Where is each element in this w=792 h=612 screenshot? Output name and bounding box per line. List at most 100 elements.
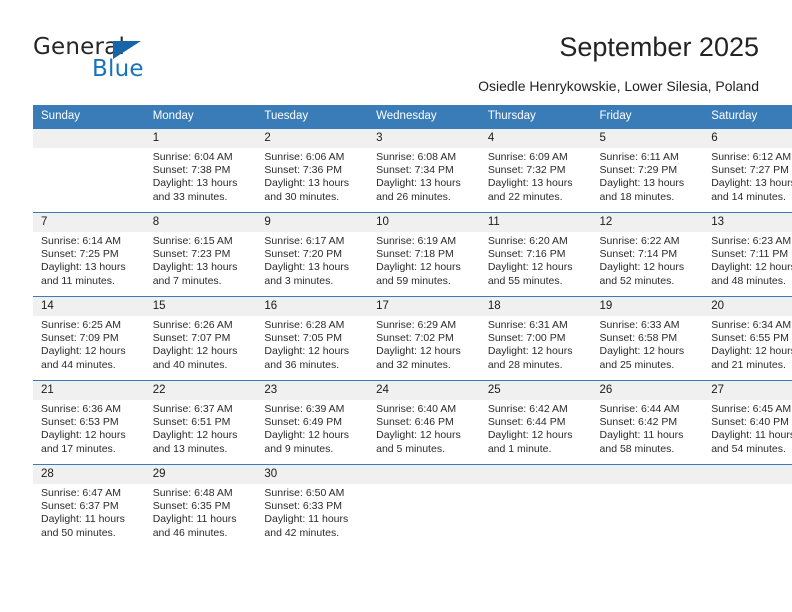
day-details: Sunrise: 6:15 AM Sunset: 7:23 PM Daylight:… xyxy=(145,232,257,288)
day-detail-line: Sunset: 6:35 PM xyxy=(152,500,231,513)
day-cell[interactable]: 28 Sunrise: 6:47 AM Sunset: 6:37 PM Dayligh… xyxy=(33,464,145,548)
logo-text-blue: Blue xyxy=(92,56,144,82)
day-detail-line: and 3 minutes. xyxy=(264,274,334,287)
day-number: 6 xyxy=(703,129,792,148)
day-cell[interactable]: 17 Sunrise: 6:29 AM Sunset: 7:02 PM Dayligh… xyxy=(368,296,480,381)
day-number: 21 xyxy=(33,381,145,400)
day-cell[interactable]: 18 Sunrise: 6:31 AM Sunset: 7:00 PM Dayligh… xyxy=(479,296,592,381)
day-detail-line: Sunrise: 6:15 AM xyxy=(152,235,233,247)
day-cell-empty xyxy=(368,464,480,548)
day-detail-line: and 30 minutes. xyxy=(264,190,340,203)
day-detail-line: Sunset: 6:55 PM xyxy=(711,332,789,345)
day-cell[interactable]: 5 Sunrise: 6:11 AM Sunset: 7:29 PM Daylight… xyxy=(591,128,704,213)
day-details: Sunrise: 6:31 AM Sunset: 7:00 PM Daylight:… xyxy=(480,316,592,372)
weekday-header-wednesday: Wednesday xyxy=(368,105,480,129)
day-number: 29 xyxy=(144,465,257,484)
day-number: 30 xyxy=(256,465,369,484)
day-cell[interactable]: 19 Sunrise: 6:33 AM Sunset: 6:58 PM Dayligh… xyxy=(591,296,704,381)
logo[interactable]: General Blue xyxy=(33,34,263,90)
day-detail-line: and 7 minutes. xyxy=(152,274,222,287)
weekday-header-monday: Monday xyxy=(144,105,257,129)
calendar-grid: Sunday Monday Tuesday Wednesday Thursday Frid… xyxy=(33,105,792,548)
day-details: Sunrise: 6:23 AM Sunset: 7:11 PM Daylight:… xyxy=(703,232,792,288)
day-detail-line: Daylight: 12 hours xyxy=(376,345,461,358)
day-number xyxy=(703,465,792,484)
day-detail-line: Sunrise: 6:42 AM xyxy=(487,403,568,415)
day-number: 14 xyxy=(33,297,145,316)
day-cell[interactable]: 26 Sunrise: 6:44 AM Sunset: 6:42 PM Dayligh… xyxy=(591,380,704,465)
day-detail-line: and 18 minutes. xyxy=(599,190,675,203)
day-number: 27 xyxy=(703,381,792,400)
day-cell[interactable]: 2 Sunrise: 6:06 AM Sunset: 7:36 PM Daylight… xyxy=(256,128,369,213)
day-cell[interactable]: 4 Sunrise: 6:09 AM Sunset: 7:32 PM Daylight… xyxy=(479,128,592,213)
day-detail-line: Sunrise: 6:39 AM xyxy=(264,403,345,415)
day-detail-line: Daylight: 13 hours xyxy=(152,177,238,190)
day-detail-line: and 44 minutes. xyxy=(41,358,116,371)
day-cell[interactable]: 12 Sunrise: 6:22 AM Sunset: 7:14 PM Dayligh… xyxy=(591,212,704,297)
day-detail-line: Sunrise: 6:47 AM xyxy=(41,487,121,499)
day-detail-line: Sunrise: 6:20 AM xyxy=(487,235,568,247)
day-cell[interactable]: 22 Sunrise: 6:37 AM Sunset: 6:51 PM Dayligh… xyxy=(144,380,257,465)
day-detail-line: Sunrise: 6:37 AM xyxy=(152,403,233,415)
page-header: General Blue September 2025 Osiedle Henr… xyxy=(0,0,792,100)
day-detail-line: Daylight: 12 hours xyxy=(599,261,685,274)
calendar-header-row: Sunday Monday Tuesday Wednesday Thursday Frid… xyxy=(33,105,792,129)
day-number: 7 xyxy=(33,213,145,232)
day-cell[interactable]: 30 Sunrise: 6:50 AM Sunset: 6:33 PM Dayligh… xyxy=(256,464,369,548)
calendar-week-row: 1 Sunrise: 6:04 AM Sunset: 7:38 PM Daylight… xyxy=(33,128,792,213)
day-detail-line: and 55 minutes. xyxy=(487,274,563,287)
day-detail-line: Sunrise: 6:14 AM xyxy=(41,235,121,247)
calendar-table: Sunday Monday Tuesday Wednesday Thursday Frid… xyxy=(33,105,792,548)
day-detail-line: Daylight: 12 hours xyxy=(152,429,238,442)
day-detail-line: Sunset: 6:46 PM xyxy=(376,416,454,429)
day-cell[interactable]: 14 Sunrise: 6:25 AM Sunset: 7:09 PM Dayligh… xyxy=(33,296,145,381)
day-detail-line: Daylight: 12 hours xyxy=(264,429,350,442)
day-detail-line: Daylight: 13 hours xyxy=(599,177,685,190)
day-number xyxy=(33,129,145,148)
day-cell[interactable]: 24 Sunrise: 6:40 AM Sunset: 6:46 PM Dayligh… xyxy=(368,380,480,465)
day-detail-line: Sunset: 7:11 PM xyxy=(711,248,789,261)
day-detail-line: Sunset: 6:53 PM xyxy=(41,416,119,429)
day-cell[interactable]: 16 Sunrise: 6:28 AM Sunset: 7:05 PM Dayligh… xyxy=(256,296,369,381)
day-detail-line: Sunset: 7:00 PM xyxy=(487,332,566,345)
weekday-header-thursday: Thursday xyxy=(479,105,592,129)
day-detail-line: and 9 minutes. xyxy=(264,442,334,455)
day-cell[interactable]: 13 Sunrise: 6:23 AM Sunset: 7:11 PM Dayligh… xyxy=(703,212,792,297)
day-number: 12 xyxy=(591,213,704,232)
day-cell[interactable]: 7 Sunrise: 6:14 AM Sunset: 7:25 PM Daylight… xyxy=(33,212,145,297)
day-details: Sunrise: 6:33 AM Sunset: 6:58 PM Daylight:… xyxy=(592,316,704,372)
day-cell[interactable]: 10 Sunrise: 6:19 AM Sunset: 7:18 PM Dayligh… xyxy=(368,212,480,297)
day-cell[interactable]: 29 Sunrise: 6:48 AM Sunset: 6:35 PM Dayligh… xyxy=(144,464,257,548)
day-details: Sunrise: 6:20 AM Sunset: 7:16 PM Daylight:… xyxy=(480,232,592,288)
day-cell[interactable]: 6 Sunrise: 6:12 AM Sunset: 7:27 PM Daylight… xyxy=(703,128,792,213)
day-cell[interactable]: 8 Sunrise: 6:15 AM Sunset: 7:23 PM Daylight… xyxy=(144,212,257,297)
day-detail-line: Sunset: 7:07 PM xyxy=(152,332,231,345)
calendar-week-row: 7 Sunrise: 6:14 AM Sunset: 7:25 PM Daylight… xyxy=(33,212,792,297)
day-detail-line: Sunset: 6:42 PM xyxy=(599,416,678,429)
day-detail-line: Sunrise: 6:08 AM xyxy=(376,151,457,163)
day-detail-line: Daylight: 11 hours xyxy=(152,513,237,526)
day-cell[interactable]: 27 Sunrise: 6:45 AM Sunset: 6:40 PM Dayligh… xyxy=(703,380,792,465)
day-number: 9 xyxy=(256,213,369,232)
day-cell[interactable]: 9 Sunrise: 6:17 AM Sunset: 7:20 PM Daylight… xyxy=(256,212,369,297)
day-cell[interactable]: 23 Sunrise: 6:39 AM Sunset: 6:49 PM Dayligh… xyxy=(256,380,369,465)
day-detail-line: and 52 minutes. xyxy=(599,274,675,287)
day-cell[interactable]: 25 Sunrise: 6:42 AM Sunset: 6:44 PM Dayligh… xyxy=(479,380,592,465)
day-detail-line: Sunset: 6:33 PM xyxy=(264,500,343,513)
weekday-header-friday: Friday xyxy=(591,105,704,129)
day-cell[interactable]: 21 Sunrise: 6:36 AM Sunset: 6:53 PM Dayligh… xyxy=(33,380,145,465)
day-cell[interactable]: 15 Sunrise: 6:26 AM Sunset: 7:07 PM Dayligh… xyxy=(144,296,257,381)
day-detail-line: Sunrise: 6:22 AM xyxy=(599,235,680,247)
day-detail-line: Sunrise: 6:19 AM xyxy=(376,235,457,247)
day-detail-line: Sunrise: 6:12 AM xyxy=(711,151,792,163)
day-cell[interactable]: 3 Sunrise: 6:08 AM Sunset: 7:34 PM Daylight… xyxy=(368,128,480,213)
day-detail-line: Daylight: 12 hours xyxy=(711,261,792,274)
day-number: 26 xyxy=(591,381,704,400)
day-detail-line: and 36 minutes. xyxy=(264,358,340,371)
day-cell[interactable]: 11 Sunrise: 6:20 AM Sunset: 7:16 PM Dayligh… xyxy=(479,212,592,297)
day-cell[interactable]: 20 Sunrise: 6:34 AM Sunset: 6:55 PM Dayligh… xyxy=(703,296,792,381)
day-details: Sunrise: 6:37 AM Sunset: 6:51 PM Daylight:… xyxy=(145,400,257,456)
day-cell[interactable]: 1 Sunrise: 6:04 AM Sunset: 7:38 PM Daylight… xyxy=(144,128,257,213)
day-detail-line: Daylight: 13 hours xyxy=(376,177,461,190)
day-details: Sunrise: 6:19 AM Sunset: 7:18 PM Daylight:… xyxy=(368,232,480,288)
